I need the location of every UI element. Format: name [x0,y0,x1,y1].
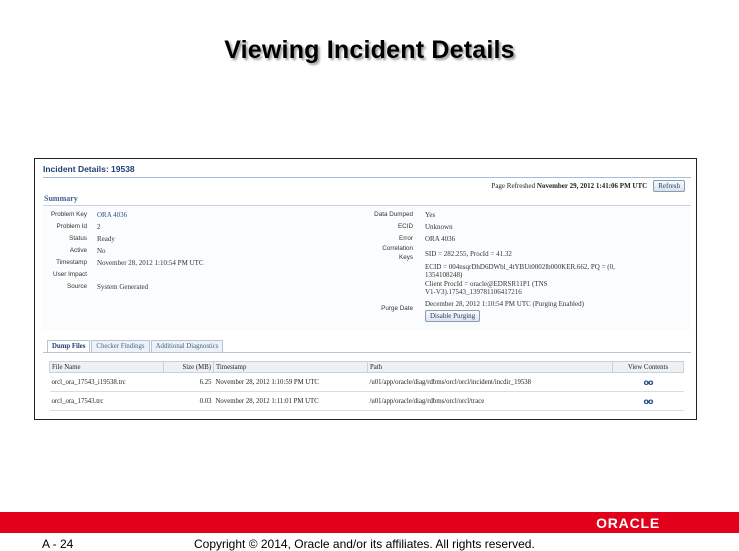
correlation-label: Correlation [382,245,413,252]
table-header-row: File Name Size (MB) Timestamp Path View … [49,361,684,373]
summary-title: Summary [44,194,78,203]
col-view-contents[interactable]: View Contents [612,361,684,373]
page-number: A - 24 [42,537,74,551]
timestamp-label: Timestamp [56,259,87,266]
page-refresh-info: Page Refreshed November 29, 2012 1:41:06… [491,179,685,192]
copyright-text: Copyright © 2014, Oracle and/or its affi… [194,537,535,551]
problem-key-label: Problem Key [50,211,87,218]
purge-date-value: December 28, 2012 1:10:54 PM UTC (Purgin… [425,300,584,308]
view-contents-cell: oo [612,391,684,411]
active-value: No [97,247,106,255]
status-value: Ready [97,235,115,243]
error-label: Error [399,235,413,242]
timestamp-cell: November 28, 2012 1:10:59 PM UTC [213,372,368,392]
header-divider [43,177,691,178]
slide-title: Viewing Incident Details [224,36,515,64]
purge-date-label: Purge Date [381,305,413,312]
problem-key-value-wrap: ORA 4036 [97,211,127,219]
glasses-icon[interactable]: oo [644,378,654,387]
refresh-button[interactable]: Refresh [653,179,685,192]
col-path[interactable]: Path [367,361,613,373]
ecid-value: Unknown [425,223,453,231]
disable-purging-button[interactable]: Disable Purging [425,310,481,322]
file-name-cell: orcl_ora_17543.trc [49,391,164,411]
problem-key-link[interactable]: ORA 4036 [97,211,127,219]
oracle-logo: ORACLE [596,515,660,531]
page-refreshed-value: November 29, 2012 1:41:06 PM UTC [536,181,648,190]
active-label: Active [69,247,87,254]
tab-additional-diagnostics[interactable]: Additional Diagnostics [150,340,224,352]
correlation-line-5: V1-V3).17543_139781106417216 [425,288,522,296]
status-label: Status [69,235,87,242]
source-value: System Generated [97,283,149,291]
page-refreshed-label: Page Refreshed [491,181,536,190]
path-cell: /u01/app/oracle/diag/rdbms/orcl/orcl/tra… [367,391,613,411]
tab-checker-findings[interactable]: Checker Findings [91,340,150,352]
path-cell: /u01/app/oracle/diag/rdbms/orcl/orcl/inc… [367,372,613,392]
incident-details-screenshot: Incident Details: 19538 Page Refreshed N… [34,158,697,420]
size-cell: 0.03 [163,391,214,411]
dump-files-table: File Name Size (MB) Timestamp Path View … [49,361,684,411]
correlation-line-3: 1354108248) [425,271,463,279]
glasses-icon[interactable]: oo [644,397,654,406]
problem-id-value: 2 [97,223,101,231]
incident-details-header: Incident Details: 19538 [43,164,135,174]
size-cell: 6.25 [163,372,214,392]
tab-dump-files[interactable]: Dump Files [47,340,91,352]
timestamp-cell: November 28, 2012 1:11:01 PM UTC [213,391,368,411]
correlation-line-4: Client ProcId = oracle@EDRSR11P1 (TNS [425,280,548,288]
error-value: ORA 4036 [425,235,456,243]
problem-id-label: Problem Id [56,223,87,230]
file-name-cell: orcl_ora_17543_i19538.trc [49,372,164,392]
correlation-line-1: SID = 282.255, ProcId = 41.32 [425,250,512,258]
tab-divider [43,352,691,353]
table-row: orcl_ora_17543_i19538.trc 6.25 November … [49,372,684,392]
correlation-line-2: ECID = 004nsqrDhD6DWbl_4tYBUt0002lb000KE… [425,263,615,271]
data-dumped-label: Data Dumped [374,211,413,218]
timestamp-value: November 28, 2012 1:10:54 PM UTC [97,259,204,267]
view-contents-cell: oo [612,372,684,392]
col-size[interactable]: Size (MB) [163,361,214,373]
keys-label: Keys [399,254,413,261]
detail-tabs: Dump Files Checker Findings Additional D… [47,340,224,352]
ecid-label: ECID [397,223,413,230]
col-file-name[interactable]: File Name [49,361,164,373]
table-row: orcl_ora_17543.trc 0.03 November 28, 201… [49,391,684,411]
user-impact-label: User Impact [53,271,87,278]
data-dumped-value: Yes [425,211,436,219]
col-timestamp[interactable]: Timestamp [213,361,368,373]
source-label: Source [67,283,87,290]
